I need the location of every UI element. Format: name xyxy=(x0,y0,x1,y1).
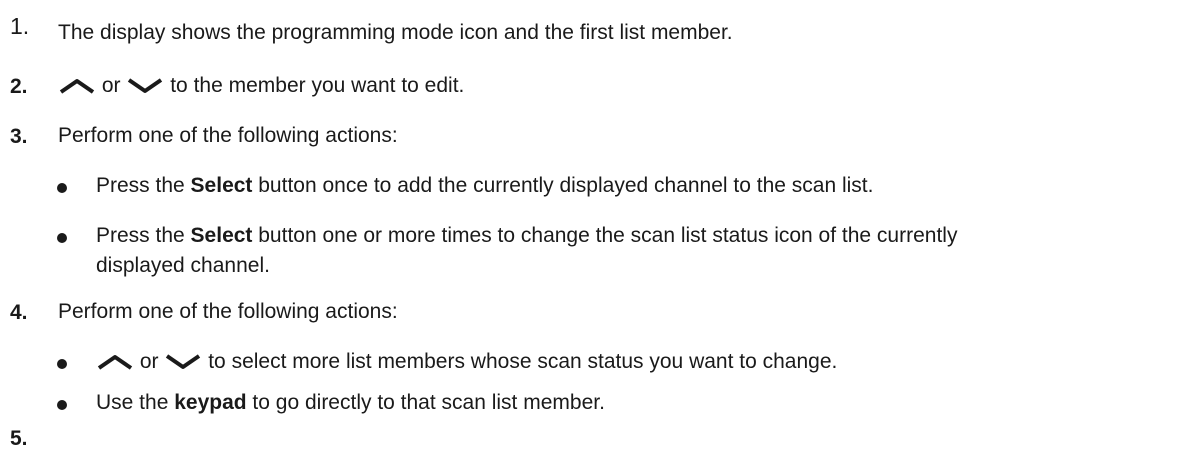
bullet-dot xyxy=(57,359,67,369)
step-3-number: 3. xyxy=(10,125,28,148)
or-word: or xyxy=(139,350,159,373)
step-2-text: or to the member you want to edit. xyxy=(58,71,464,101)
bullet-text: button once to add the currently display… xyxy=(252,174,874,197)
step-3-bullet-1: Press the Select button once to add the … xyxy=(57,171,1196,201)
down-arrow-icon xyxy=(164,353,202,371)
step-1-text: The display shows the programming mode i… xyxy=(58,21,733,44)
step-4-bullet-2: Use the keypad to go directly to that sc… xyxy=(57,388,1196,418)
step-5-number: 5. xyxy=(10,427,28,450)
bullet-text: Use the xyxy=(96,391,175,414)
step-4-text: Perform one of the following actions: xyxy=(58,300,398,323)
step-3-bullet-2: Press the Select button one or more time… xyxy=(57,221,1196,281)
step-4-bullet-1: or to select more list members whose sca… xyxy=(57,347,1196,377)
select-button-label: Select xyxy=(190,224,253,247)
step-3-text: Perform one of the following actions: xyxy=(58,124,398,147)
bullet-dot xyxy=(57,233,67,243)
bullet-dot xyxy=(57,183,67,193)
step-4-number: 4. xyxy=(10,301,28,324)
select-button-label: Select xyxy=(190,174,253,197)
bullet-text: displayed channel. xyxy=(96,254,270,277)
bullet-dot xyxy=(57,400,67,410)
up-arrow-icon xyxy=(96,353,134,371)
down-arrow-icon xyxy=(126,77,164,95)
step-2-number: 2. xyxy=(10,75,28,98)
bullet-text: to go directly to that scan list member. xyxy=(246,391,605,414)
bullet-text: to select more list members whose scan s… xyxy=(208,350,838,373)
or-word: or xyxy=(101,74,121,97)
bullet-text: Press the xyxy=(96,224,191,247)
keypad-label: keypad xyxy=(174,391,247,414)
bullet-text: button one or more times to change the s… xyxy=(252,224,958,247)
step-2-rest: to the member you want to edit. xyxy=(170,74,465,97)
step-1-number: 1. xyxy=(10,13,30,39)
up-arrow-icon xyxy=(58,77,96,95)
bullet-text: Press the xyxy=(96,174,191,197)
